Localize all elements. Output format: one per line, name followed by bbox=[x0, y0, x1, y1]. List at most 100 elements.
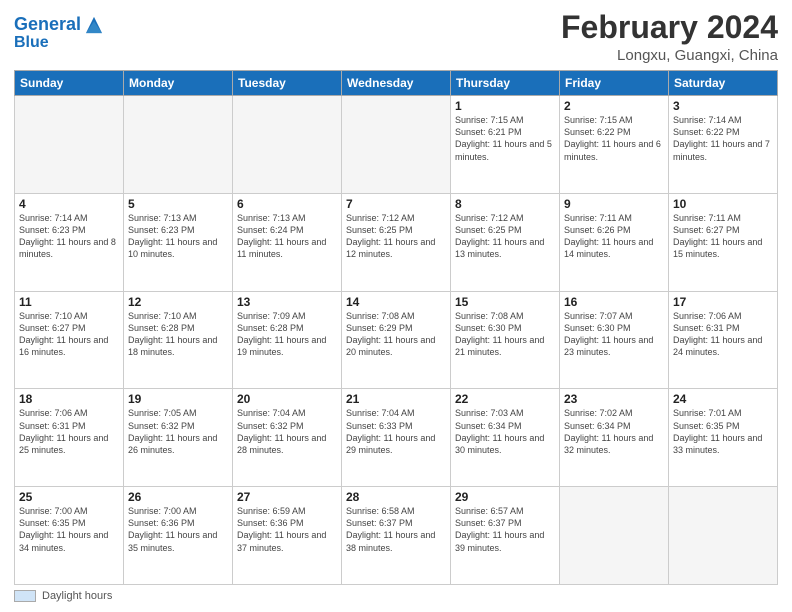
day-number: 6 bbox=[237, 197, 337, 211]
calendar-cell: 17Sunrise: 7:06 AM Sunset: 6:31 PM Dayli… bbox=[669, 291, 778, 389]
day-number: 1 bbox=[455, 99, 555, 113]
day-number: 12 bbox=[128, 295, 228, 309]
day-number: 29 bbox=[455, 490, 555, 504]
day-info: Sunrise: 7:14 AM Sunset: 6:23 PM Dayligh… bbox=[19, 212, 119, 261]
day-number: 13 bbox=[237, 295, 337, 309]
title-block: February 2024 Longxu, Guangxi, China bbox=[561, 10, 778, 64]
day-info: Sunrise: 6:58 AM Sunset: 6:37 PM Dayligh… bbox=[346, 505, 446, 554]
day-number: 9 bbox=[564, 197, 664, 211]
week-row-1: 1Sunrise: 7:15 AM Sunset: 6:21 PM Daylig… bbox=[15, 96, 778, 194]
day-number: 16 bbox=[564, 295, 664, 309]
day-info: Sunrise: 7:06 AM Sunset: 6:31 PM Dayligh… bbox=[673, 310, 773, 359]
col-header-monday: Monday bbox=[124, 71, 233, 96]
calendar-cell: 14Sunrise: 7:08 AM Sunset: 6:29 PM Dayli… bbox=[342, 291, 451, 389]
logo-text: General bbox=[14, 15, 81, 35]
calendar-cell: 20Sunrise: 7:04 AM Sunset: 6:32 PM Dayli… bbox=[233, 389, 342, 487]
day-info: Sunrise: 7:12 AM Sunset: 6:25 PM Dayligh… bbox=[455, 212, 555, 261]
day-info: Sunrise: 6:57 AM Sunset: 6:37 PM Dayligh… bbox=[455, 505, 555, 554]
calendar-cell: 24Sunrise: 7:01 AM Sunset: 6:35 PM Dayli… bbox=[669, 389, 778, 487]
day-number: 25 bbox=[19, 490, 119, 504]
week-row-2: 4Sunrise: 7:14 AM Sunset: 6:23 PM Daylig… bbox=[15, 193, 778, 291]
day-info: Sunrise: 7:11 AM Sunset: 6:26 PM Dayligh… bbox=[564, 212, 664, 261]
day-info: Sunrise: 7:03 AM Sunset: 6:34 PM Dayligh… bbox=[455, 407, 555, 456]
day-info: Sunrise: 7:10 AM Sunset: 6:27 PM Dayligh… bbox=[19, 310, 119, 359]
day-info: Sunrise: 7:09 AM Sunset: 6:28 PM Dayligh… bbox=[237, 310, 337, 359]
calendar-table: SundayMondayTuesdayWednesdayThursdayFrid… bbox=[14, 70, 778, 585]
day-number: 10 bbox=[673, 197, 773, 211]
sub-title: Longxu, Guangxi, China bbox=[561, 47, 778, 64]
col-header-friday: Friday bbox=[560, 71, 669, 96]
calendar-cell: 26Sunrise: 7:00 AM Sunset: 6:36 PM Dayli… bbox=[124, 487, 233, 585]
calendar-cell: 21Sunrise: 7:04 AM Sunset: 6:33 PM Dayli… bbox=[342, 389, 451, 487]
calendar-cell bbox=[560, 487, 669, 585]
day-number: 26 bbox=[128, 490, 228, 504]
calendar-cell: 6Sunrise: 7:13 AM Sunset: 6:24 PM Daylig… bbox=[233, 193, 342, 291]
calendar-cell: 5Sunrise: 7:13 AM Sunset: 6:23 PM Daylig… bbox=[124, 193, 233, 291]
day-info: Sunrise: 7:13 AM Sunset: 6:24 PM Dayligh… bbox=[237, 212, 337, 261]
daylight-label: Daylight hours bbox=[42, 590, 112, 602]
week-row-4: 18Sunrise: 7:06 AM Sunset: 6:31 PM Dayli… bbox=[15, 389, 778, 487]
day-number: 17 bbox=[673, 295, 773, 309]
calendar-header: SundayMondayTuesdayWednesdayThursdayFrid… bbox=[15, 71, 778, 96]
day-number: 20 bbox=[237, 392, 337, 406]
calendar-cell bbox=[124, 96, 233, 194]
calendar-cell: 8Sunrise: 7:12 AM Sunset: 6:25 PM Daylig… bbox=[451, 193, 560, 291]
day-info: Sunrise: 7:00 AM Sunset: 6:36 PM Dayligh… bbox=[128, 505, 228, 554]
calendar-body: 1Sunrise: 7:15 AM Sunset: 6:21 PM Daylig… bbox=[15, 96, 778, 585]
logo-icon bbox=[83, 14, 105, 36]
day-info: Sunrise: 7:02 AM Sunset: 6:34 PM Dayligh… bbox=[564, 407, 664, 456]
day-info: Sunrise: 7:08 AM Sunset: 6:30 PM Dayligh… bbox=[455, 310, 555, 359]
main-title: February 2024 bbox=[561, 10, 778, 45]
logo: General Blue bbox=[14, 14, 105, 52]
calendar-cell: 13Sunrise: 7:09 AM Sunset: 6:28 PM Dayli… bbox=[233, 291, 342, 389]
day-number: 22 bbox=[455, 392, 555, 406]
day-number: 5 bbox=[128, 197, 228, 211]
day-info: Sunrise: 7:13 AM Sunset: 6:23 PM Dayligh… bbox=[128, 212, 228, 261]
day-number: 18 bbox=[19, 392, 119, 406]
header: General Blue February 2024 Longxu, Guang… bbox=[14, 10, 778, 64]
col-header-wednesday: Wednesday bbox=[342, 71, 451, 96]
logo-line2: Blue bbox=[14, 34, 105, 52]
day-number: 15 bbox=[455, 295, 555, 309]
calendar-cell: 12Sunrise: 7:10 AM Sunset: 6:28 PM Dayli… bbox=[124, 291, 233, 389]
calendar-cell: 7Sunrise: 7:12 AM Sunset: 6:25 PM Daylig… bbox=[342, 193, 451, 291]
col-header-thursday: Thursday bbox=[451, 71, 560, 96]
calendar-cell: 3Sunrise: 7:14 AM Sunset: 6:22 PM Daylig… bbox=[669, 96, 778, 194]
day-info: Sunrise: 7:07 AM Sunset: 6:30 PM Dayligh… bbox=[564, 310, 664, 359]
day-info: Sunrise: 7:00 AM Sunset: 6:35 PM Dayligh… bbox=[19, 505, 119, 554]
day-info: Sunrise: 6:59 AM Sunset: 6:36 PM Dayligh… bbox=[237, 505, 337, 554]
calendar-cell bbox=[15, 96, 124, 194]
calendar-cell: 25Sunrise: 7:00 AM Sunset: 6:35 PM Dayli… bbox=[15, 487, 124, 585]
day-info: Sunrise: 7:11 AM Sunset: 6:27 PM Dayligh… bbox=[673, 212, 773, 261]
calendar-cell bbox=[669, 487, 778, 585]
calendar-cell bbox=[342, 96, 451, 194]
calendar-cell: 16Sunrise: 7:07 AM Sunset: 6:30 PM Dayli… bbox=[560, 291, 669, 389]
daylight-swatch bbox=[14, 590, 36, 602]
week-row-3: 11Sunrise: 7:10 AM Sunset: 6:27 PM Dayli… bbox=[15, 291, 778, 389]
calendar-cell: 23Sunrise: 7:02 AM Sunset: 6:34 PM Dayli… bbox=[560, 389, 669, 487]
day-info: Sunrise: 7:10 AM Sunset: 6:28 PM Dayligh… bbox=[128, 310, 228, 359]
calendar-cell: 22Sunrise: 7:03 AM Sunset: 6:34 PM Dayli… bbox=[451, 389, 560, 487]
day-number: 14 bbox=[346, 295, 446, 309]
col-header-sunday: Sunday bbox=[15, 71, 124, 96]
calendar-cell: 18Sunrise: 7:06 AM Sunset: 6:31 PM Dayli… bbox=[15, 389, 124, 487]
col-header-saturday: Saturday bbox=[669, 71, 778, 96]
day-number: 19 bbox=[128, 392, 228, 406]
calendar-cell: 1Sunrise: 7:15 AM Sunset: 6:21 PM Daylig… bbox=[451, 96, 560, 194]
calendar-cell: 4Sunrise: 7:14 AM Sunset: 6:23 PM Daylig… bbox=[15, 193, 124, 291]
day-info: Sunrise: 7:15 AM Sunset: 6:22 PM Dayligh… bbox=[564, 114, 664, 163]
calendar-cell bbox=[233, 96, 342, 194]
day-number: 23 bbox=[564, 392, 664, 406]
calendar-cell: 29Sunrise: 6:57 AM Sunset: 6:37 PM Dayli… bbox=[451, 487, 560, 585]
calendar-cell: 9Sunrise: 7:11 AM Sunset: 6:26 PM Daylig… bbox=[560, 193, 669, 291]
day-number: 4 bbox=[19, 197, 119, 211]
day-number: 11 bbox=[19, 295, 119, 309]
day-number: 21 bbox=[346, 392, 446, 406]
col-header-tuesday: Tuesday bbox=[233, 71, 342, 96]
calendar-cell: 11Sunrise: 7:10 AM Sunset: 6:27 PM Dayli… bbox=[15, 291, 124, 389]
day-number: 7 bbox=[346, 197, 446, 211]
day-info: Sunrise: 7:04 AM Sunset: 6:32 PM Dayligh… bbox=[237, 407, 337, 456]
day-info: Sunrise: 7:12 AM Sunset: 6:25 PM Dayligh… bbox=[346, 212, 446, 261]
calendar-cell: 19Sunrise: 7:05 AM Sunset: 6:32 PM Dayli… bbox=[124, 389, 233, 487]
day-info: Sunrise: 7:14 AM Sunset: 6:22 PM Dayligh… bbox=[673, 114, 773, 163]
